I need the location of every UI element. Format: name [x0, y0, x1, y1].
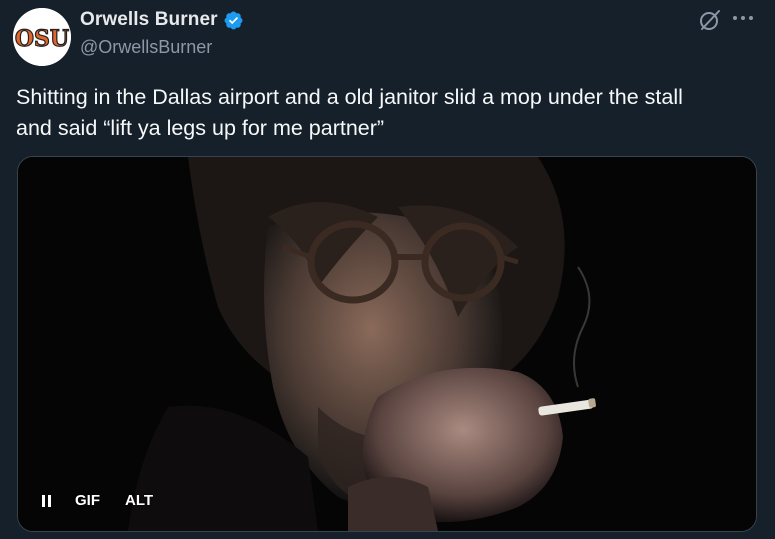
verified-badge-icon[interactable] [223, 10, 244, 31]
tweet-text: Shitting in the Dallas airport and a old… [16, 85, 683, 140]
alt-badge[interactable]: ALT [125, 492, 153, 509]
tweet-card: OSU Orwells Burner @OrwellsBurner Shitti… [0, 0, 775, 539]
media-gif[interactable]: GIF ALT [17, 156, 757, 532]
osu-logo-icon: OSU [13, 8, 71, 66]
gif-frame-image [18, 157, 756, 531]
display-name[interactable]: Orwells Burner [80, 9, 218, 31]
author-name-row: Orwells Burner [80, 9, 244, 31]
author-handle[interactable]: @OrwellsBurner [80, 37, 212, 58]
avatar[interactable]: OSU [13, 8, 71, 66]
pause-icon[interactable] [42, 494, 54, 508]
avatar-logo: OSU [15, 26, 69, 52]
media-controls: GIF ALT [42, 492, 153, 509]
gif-badge: GIF [75, 492, 100, 509]
more-options-icon[interactable] [733, 13, 753, 23]
grok-icon[interactable] [698, 8, 722, 32]
